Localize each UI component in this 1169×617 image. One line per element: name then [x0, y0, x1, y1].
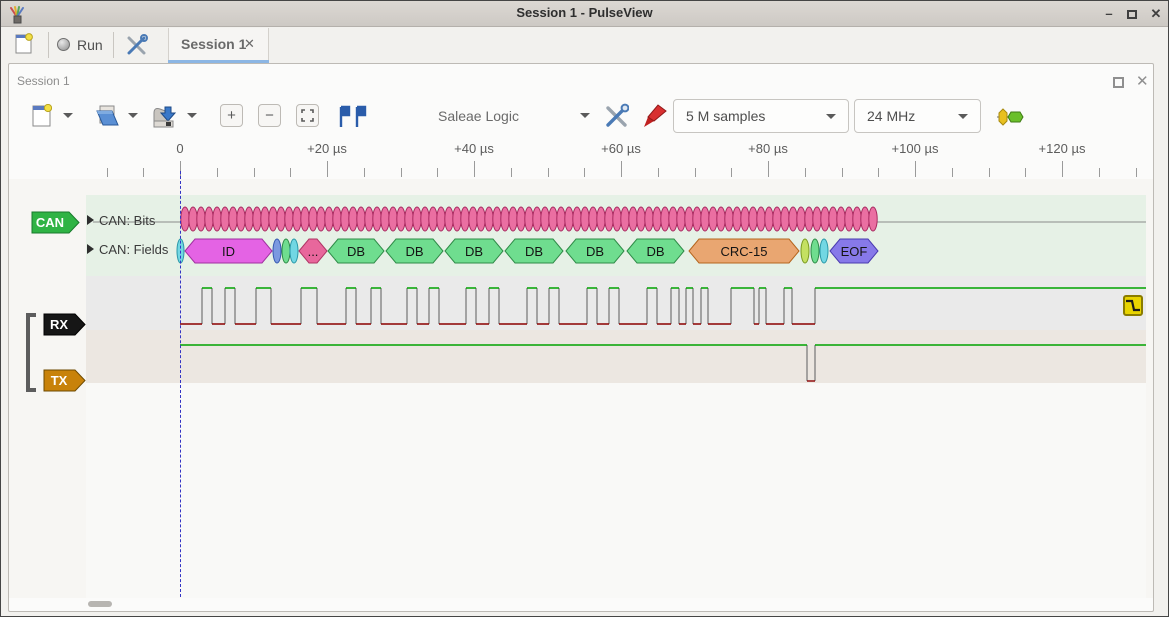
falling-edge-icon	[1125, 297, 1141, 314]
device-select-value[interactable]: Saleae Logic	[438, 108, 519, 124]
expander-bits-icon[interactable]	[87, 215, 94, 225]
decoder-fields-label: CAN: Fields	[99, 242, 168, 257]
ruler-tick	[695, 168, 696, 177]
maximize-button[interactable]	[1127, 10, 1137, 19]
ruler-label: +40 µs	[454, 141, 494, 156]
sample-rate-select[interactable]: 24 MHz	[854, 99, 981, 133]
tx-channel-tag[interactable]: TX	[43, 369, 87, 392]
trigger-falling-edge-badge[interactable]	[1123, 295, 1143, 316]
ruler-tick	[658, 168, 659, 177]
ruler-ticks	[1, 159, 1169, 177]
run-button-label: Run	[77, 37, 103, 53]
ruler-tick	[1099, 168, 1100, 177]
tab-label: Session 1	[181, 36, 246, 52]
horizontal-scrollbar-thumb[interactable]	[88, 601, 112, 607]
ruler-label: +20 µs	[307, 141, 347, 156]
ruler-tick	[474, 161, 475, 177]
channel-group-bracket	[26, 313, 36, 392]
channels-wrench-icon[interactable]	[603, 103, 629, 129]
ruler-tick	[548, 168, 549, 177]
probe-icon[interactable]	[642, 103, 668, 129]
new-file-icon[interactable]	[32, 104, 52, 128]
svg-text:RX: RX	[50, 317, 68, 332]
trigger-marker-line[interactable]	[180, 171, 181, 597]
tab-close-icon[interactable]: ✕	[244, 36, 255, 52]
run-state-icon	[57, 38, 70, 51]
session-close-icon[interactable]: ✕	[1136, 72, 1149, 90]
ruler-tick	[915, 161, 916, 177]
session-maximize-button[interactable]	[1113, 77, 1124, 88]
ruler-tick	[1136, 168, 1137, 177]
device-dropdown-arrow[interactable]	[580, 113, 590, 118]
zoom-out-button[interactable]: −	[258, 104, 281, 127]
sample-rate-arrow	[958, 114, 968, 119]
decoder-row[interactable]	[86, 195, 1146, 276]
ruler-label: +80 µs	[748, 141, 788, 156]
minimize-button[interactable]: –	[1101, 8, 1117, 22]
new-file-icon	[15, 33, 33, 55]
ruler-tick	[511, 168, 512, 177]
sample-count-arrow	[826, 114, 836, 119]
window-title: Session 1 - PulseView	[1, 5, 1168, 20]
rx-channel-tag[interactable]: RX	[43, 313, 87, 336]
save-dropdown-arrow[interactable]	[187, 113, 197, 118]
close-button[interactable]: ✕	[1148, 8, 1164, 22]
svg-text:TX: TX	[51, 373, 68, 388]
ruler-tick	[952, 168, 953, 177]
ruler-tick	[327, 161, 328, 177]
ruler-tick	[768, 161, 769, 177]
toolbar-separator	[113, 32, 114, 58]
decoder-bits-label: CAN: Bits	[99, 213, 155, 228]
ruler-tick	[1062, 161, 1063, 177]
new-dropdown-arrow[interactable]	[63, 113, 73, 118]
tx-trace-row[interactable]	[86, 330, 1146, 383]
zoom-fit-button[interactable]	[296, 104, 319, 127]
ruler-tick	[842, 168, 843, 177]
ruler-tick	[217, 168, 218, 177]
tools-icon	[125, 34, 148, 57]
toolbar-separator	[48, 32, 49, 58]
ruler-tick	[989, 168, 990, 177]
run-button[interactable]: Run	[53, 31, 109, 59]
ruler-tick	[143, 168, 144, 177]
session-window-title: Session 1	[17, 74, 70, 88]
ruler-tick	[254, 168, 255, 177]
ruler-tick	[364, 168, 365, 177]
rx-trace-row[interactable]	[86, 276, 1146, 330]
zoom-in-button[interactable]: +	[220, 104, 243, 127]
svg-text:CAN: CAN	[36, 215, 64, 230]
add-decoder-button[interactable]	[996, 107, 1024, 127]
ruler-tick	[290, 168, 291, 177]
can-decoder-tag[interactable]: CAN	[31, 211, 81, 234]
ruler-labels: 0 +20 µs +40 µs +60 µs +80 µs +100 µs +120 µs	[1, 141, 1169, 159]
ruler-label: +60 µs	[601, 141, 641, 156]
sample-count-value: 5 M samples	[686, 108, 765, 124]
ruler-tick	[107, 168, 108, 177]
ruler-tick	[584, 168, 585, 177]
empty-trace-area	[86, 383, 1146, 598]
new-session-button[interactable]	[9, 31, 39, 59]
settings-button[interactable]	[121, 31, 151, 59]
ruler-label: +120 µs	[1039, 141, 1086, 156]
save-file-icon[interactable]	[152, 103, 176, 129]
ruler-tick	[437, 168, 438, 177]
ruler-tick	[621, 161, 622, 177]
pulseview-window: Session 1 - PulseView – ✕ Run Session 1 …	[0, 0, 1169, 617]
expander-fields-icon[interactable]	[87, 244, 94, 254]
open-dropdown-arrow[interactable]	[128, 113, 138, 118]
open-file-icon[interactable]	[96, 103, 120, 128]
sample-count-select[interactable]: 5 M samples	[673, 99, 849, 133]
sample-rate-value: 24 MHz	[867, 108, 915, 124]
trigger-flags-icon[interactable]	[338, 105, 368, 129]
ruler-tick	[1025, 168, 1026, 177]
ruler-tick	[878, 168, 879, 177]
zoom-fit-icon	[301, 109, 314, 122]
ruler-label: 0	[176, 141, 183, 156]
ruler-tick	[401, 168, 402, 177]
ruler-label: +100 µs	[892, 141, 939, 156]
ruler-tick	[731, 168, 732, 177]
ruler-tick	[805, 168, 806, 177]
